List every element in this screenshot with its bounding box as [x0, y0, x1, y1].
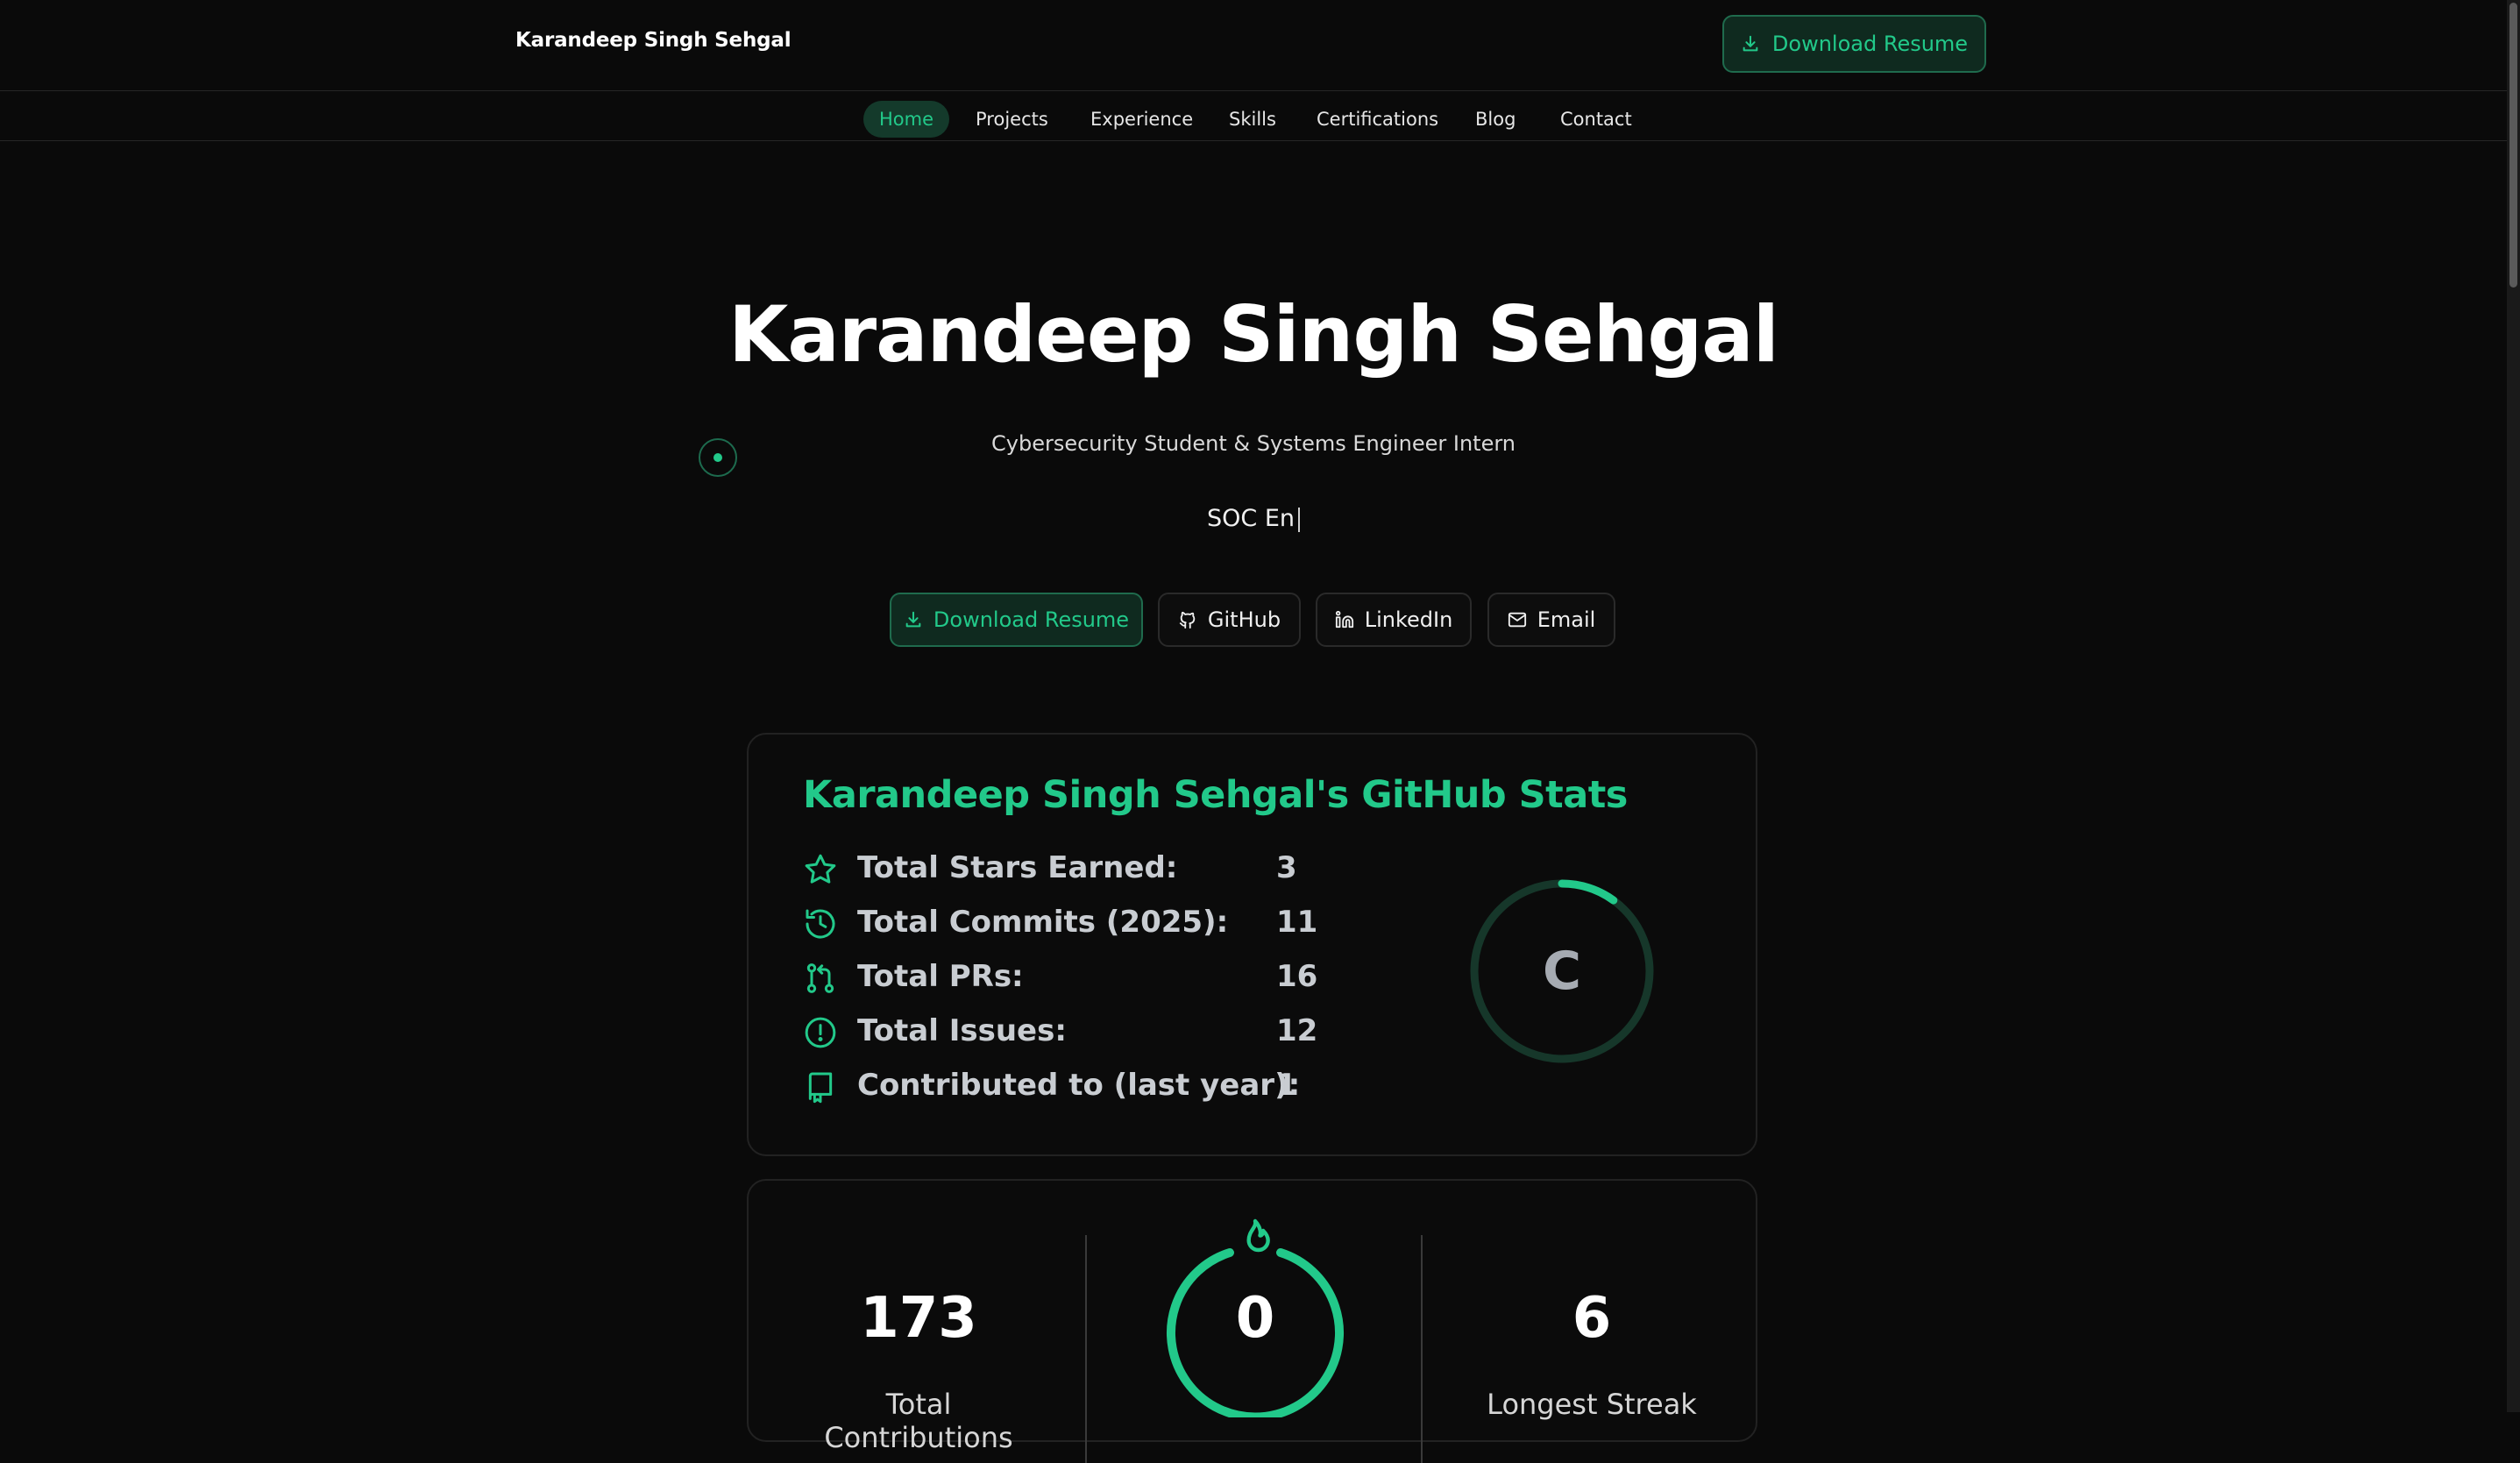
nav-item-certifications[interactable]: Certifications	[1301, 101, 1454, 138]
download-resume-button[interactable]: Download Resume	[890, 593, 1143, 647]
current-streak-value: 0	[1235, 1286, 1275, 1351]
github-label: GitHub	[1207, 607, 1281, 632]
email-label: Email	[1537, 607, 1596, 632]
download-icon	[1743, 35, 1758, 52]
stat-label-prs: Total PRs:	[857, 959, 1024, 994]
github-icon	[1179, 611, 1196, 629]
typing-text: SOC En	[0, 505, 2507, 532]
longest-streak-value: 6	[1572, 1286, 1612, 1351]
stat-value-contributed: 1	[1276, 1068, 1297, 1103]
github-stats-title: Karandeep Singh Sehgal's GitHub Stats	[803, 773, 1628, 817]
linkedin-label: LinkedIn	[1364, 607, 1453, 632]
streak-stats-card: 173 Total Contributions 0 6 Longest Stre…	[747, 1179, 1757, 1463]
issue-icon	[805, 1017, 836, 1048]
stat-label-issues: Total Issues:	[857, 1013, 1067, 1048]
nav-item-contact[interactable]: Contact	[1544, 101, 1648, 138]
header-bar: Karandeep Singh Sehgal Download Resume	[0, 0, 2507, 91]
streak-divider-left	[1085, 1235, 1087, 1463]
github-stats-card: Karandeep Singh Sehgal's GitHub Stats To…	[747, 733, 1757, 1156]
hero-title: Karandeep Singh Sehgal	[728, 289, 1779, 380]
nav-bar: Home Projects Experience Skills Certific…	[0, 91, 2507, 141]
stat-label-stars: Total Stars Earned:	[857, 850, 1178, 885]
total-contributions-value: 173	[860, 1286, 977, 1351]
email-button[interactable]: Email	[1487, 593, 1615, 647]
header-download-label: Download Resume	[1771, 32, 1969, 56]
stat-label-contributed: Contributed to (last year):	[857, 1068, 1301, 1103]
linkedin-button[interactable]: LinkedIn	[1316, 593, 1472, 647]
star-icon	[805, 854, 836, 884]
grade-letter: C	[1542, 941, 1582, 1002]
hero-subtitle: Cybersecurity Student & Systems Engineer…	[991, 431, 1516, 456]
total-contributions-label: Total Contributions	[824, 1388, 1013, 1454]
scrollbar-thumb[interactable]	[2509, 3, 2517, 288]
nav-item-blog[interactable]: Blog	[1459, 101, 1531, 138]
download-resume-label: Download Resume	[933, 607, 1130, 632]
longest-streak-label: Longest Streak	[1487, 1388, 1697, 1421]
linkedin-icon	[1335, 610, 1353, 629]
github-button[interactable]: GitHub	[1158, 593, 1301, 647]
nav-item-experience[interactable]: Experience	[1075, 101, 1209, 138]
nav-item-home[interactable]: Home	[863, 101, 950, 138]
stat-value-issues: 12	[1276, 1013, 1318, 1048]
typing-text-value: SOC En	[1207, 505, 1295, 532]
pull-request-icon	[806, 963, 834, 993]
stat-value-commits: 11	[1276, 905, 1318, 940]
streak-divider-right	[1421, 1235, 1423, 1463]
repo-icon	[808, 1072, 833, 1104]
fire-icon	[1246, 1218, 1270, 1253]
brand-name[interactable]: Karandeep Singh Sehgal	[515, 29, 791, 52]
stat-value-stars: 3	[1276, 850, 1297, 885]
header-download-resume-button[interactable]: Download Resume	[1722, 15, 1986, 73]
mail-icon	[1508, 612, 1526, 628]
typing-cursor	[1298, 507, 1300, 532]
nav-item-projects[interactable]: Projects	[960, 101, 1064, 138]
nav-item-skills[interactable]: Skills	[1213, 101, 1292, 138]
history-icon	[806, 909, 835, 939]
stat-value-prs: 16	[1276, 959, 1318, 994]
download-icon	[905, 611, 921, 628]
stat-label-commits: Total Commits (2025):	[857, 905, 1229, 940]
